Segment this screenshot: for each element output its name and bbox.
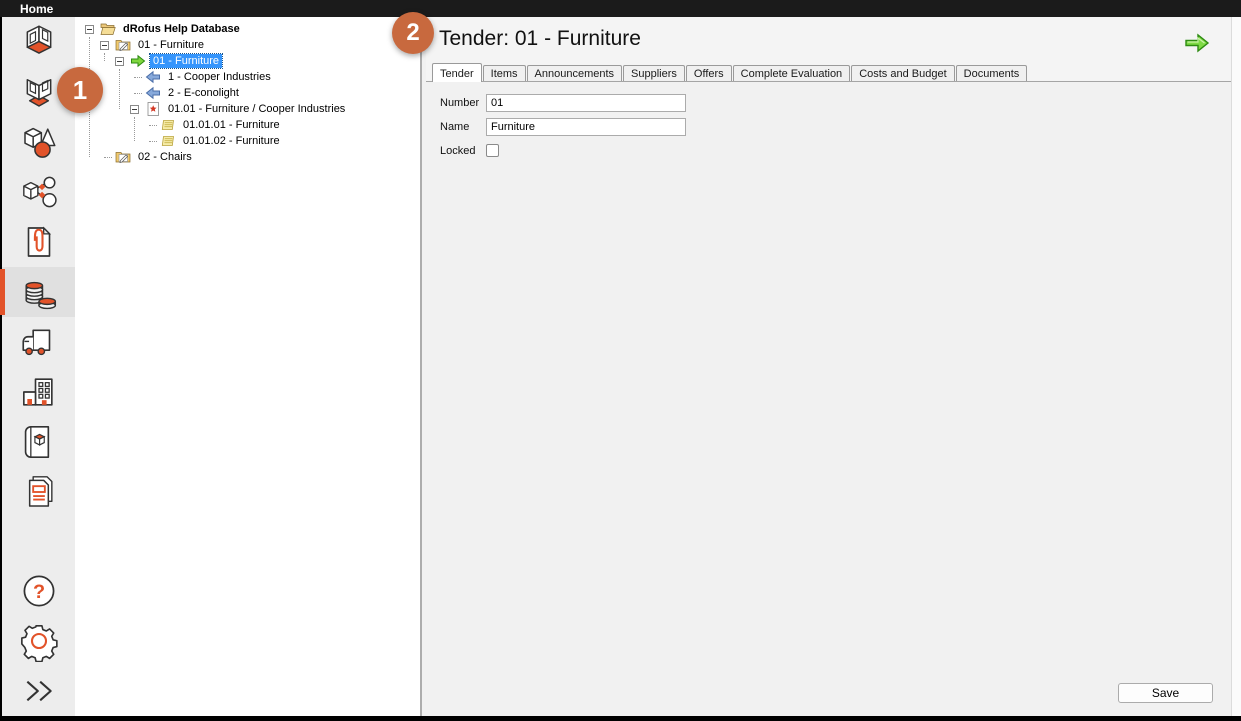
main-panel: Tender: 01 - Furniture TenderItemsAnnoun… xyxy=(426,17,1232,716)
green-arrow-icon xyxy=(130,53,146,69)
room-icon xyxy=(18,21,60,63)
tree-node-label: 01.01.02 - Furniture xyxy=(180,134,283,148)
tree-node-label: 01.01.01 - Furniture xyxy=(180,118,283,132)
tree-connector xyxy=(145,117,160,133)
locked-label: Locked xyxy=(440,145,486,157)
tree-rows: dRofus Help Database 01 - Furniture 01 - F… xyxy=(75,17,420,165)
tab-bar: TenderItemsAnnouncementsSuppliersOffersC… xyxy=(426,62,1232,82)
tree-node[interactable]: 01.01.01 - Furniture xyxy=(75,117,420,133)
sidebar-item-tenders[interactable] xyxy=(2,267,75,317)
expand-chevrons-icon xyxy=(18,670,60,712)
tree-node-label: 02 - Chairs xyxy=(135,150,195,164)
sidebar-item-buildings[interactable] xyxy=(2,367,75,417)
locked-checkbox[interactable] xyxy=(486,144,499,157)
folder-edit-icon xyxy=(115,37,131,53)
number-label: Number xyxy=(440,97,486,109)
sidebar-item-help[interactable]: ? xyxy=(2,566,75,616)
top-menu-bar: Home xyxy=(0,0,1241,17)
blue-back-arrow-icon xyxy=(145,85,161,101)
svg-text:?: ? xyxy=(32,581,44,603)
tree-panel: dRofus Help Database 01 - Furniture 01 - F… xyxy=(75,17,422,716)
catalog-book-icon xyxy=(18,421,60,463)
sidebar: ? xyxy=(2,17,75,716)
tab-costs-and-budget[interactable]: Costs and Budget xyxy=(851,65,954,81)
tree-node-label: 2 - E-conolight xyxy=(165,86,242,100)
tender-coins-icon xyxy=(18,271,60,313)
sidebar-item-logistics[interactable] xyxy=(2,317,75,367)
help-icon: ? xyxy=(18,570,60,612)
tree-connector xyxy=(130,69,145,85)
tree-node[interactable]: 01 - Furniture xyxy=(75,53,420,69)
sidebar-item-reports[interactable] xyxy=(2,467,75,517)
building-icon xyxy=(18,371,60,413)
tree-node-label: 1 - Cooper Industries xyxy=(165,70,274,84)
callout-badge-2: 2 xyxy=(392,12,434,54)
sidebar-item-attachments[interactable] xyxy=(2,217,75,267)
form-row-name: Name xyxy=(440,117,1232,136)
home-menu-item[interactable]: Home xyxy=(0,1,53,18)
blue-back-arrow-icon xyxy=(145,69,161,85)
number-field[interactable] xyxy=(486,94,686,112)
tree-expander-icon[interactable] xyxy=(85,25,94,34)
sidebar-item-settings[interactable] xyxy=(2,616,75,666)
name-label: Name xyxy=(440,121,486,133)
folder-edit-icon xyxy=(115,149,131,165)
tree-expander-icon[interactable] xyxy=(130,105,139,114)
tab-complete-evaluation[interactable]: Complete Evaluation xyxy=(733,65,851,81)
tree-node[interactable]: 1 - Cooper Industries xyxy=(75,69,420,85)
tree-node[interactable]: dRofus Help Database xyxy=(75,21,420,37)
tree-expander-icon[interactable] xyxy=(115,57,124,66)
sidebar-item-systems[interactable] xyxy=(2,167,75,217)
tree-node[interactable]: 01.01.02 - Furniture xyxy=(75,133,420,149)
tree-node-label: 01 - Furniture xyxy=(150,54,222,68)
note-icon xyxy=(160,117,176,133)
reports-icon xyxy=(18,471,60,513)
tree-node[interactable]: 02 - Chairs xyxy=(75,149,420,165)
attachment-icon xyxy=(18,221,60,263)
callout-badge-1: 1 xyxy=(57,67,103,113)
tab-documents[interactable]: Documents xyxy=(956,65,1028,81)
tree-connector xyxy=(130,85,145,101)
truck-icon xyxy=(18,321,60,363)
room-alt-icon xyxy=(18,71,60,113)
tree-node-label: 01 - Furniture xyxy=(135,38,207,52)
tab-items[interactable]: Items xyxy=(483,65,526,81)
right-scroll-strip[interactable] xyxy=(1231,17,1241,716)
folder-open-icon xyxy=(100,21,116,37)
tree-connector xyxy=(100,149,115,165)
tree-node[interactable]: 2 - E-conolight xyxy=(75,85,420,101)
form-row-locked: Locked xyxy=(440,141,1232,160)
tab-tender[interactable]: Tender xyxy=(432,63,482,82)
sidebar-item-items[interactable] xyxy=(2,117,75,167)
note-icon xyxy=(160,133,176,149)
main-header: Tender: 01 - Furniture xyxy=(426,17,1232,62)
tree-node[interactable]: 01.01 - Furniture / Cooper Industries xyxy=(75,101,420,117)
tree-node-label: 01.01 - Furniture / Cooper Industries xyxy=(165,102,348,116)
tree-node[interactable]: 01 - Furniture xyxy=(75,37,420,53)
settings-gear-icon xyxy=(18,620,60,662)
sidebar-item-expand[interactable] xyxy=(2,666,75,716)
tab-offers[interactable]: Offers xyxy=(686,65,732,81)
tab-content: Number Name Locked Save xyxy=(426,82,1232,716)
tree-connector xyxy=(145,133,160,149)
page-title: Tender: 01 - Furniture xyxy=(426,17,1232,51)
page-star-icon xyxy=(145,101,161,117)
tab-suppliers[interactable]: Suppliers xyxy=(623,65,685,81)
systems-icon xyxy=(18,171,60,213)
form-row-number: Number xyxy=(440,93,1232,112)
save-button[interactable]: Save xyxy=(1118,683,1213,703)
sidebar-item-catalog[interactable] xyxy=(2,417,75,467)
sidebar-item-rooms[interactable] xyxy=(2,17,75,67)
tree-node-label: dRofus Help Database xyxy=(120,22,243,36)
tree-expander-icon[interactable] xyxy=(100,41,109,50)
tab-announcements[interactable]: Announcements xyxy=(527,65,623,81)
items-icon xyxy=(18,121,60,163)
green-forward-arrow-icon[interactable] xyxy=(1184,32,1210,54)
name-field[interactable] xyxy=(486,118,686,136)
app-frame: ? dRofus Help Database 01 - Furniture 01 -… xyxy=(2,17,1241,716)
